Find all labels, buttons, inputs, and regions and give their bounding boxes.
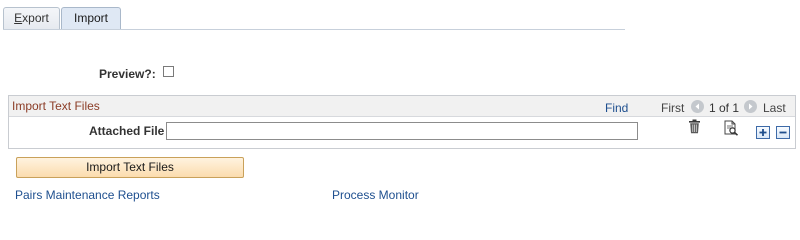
pairs-maintenance-reports-link[interactable]: Pairs Maintenance Reports [15, 188, 160, 202]
plus-icon [759, 129, 767, 136]
tab-export-accelerator: E [14, 11, 23, 25]
page: Export Import Preview?: Import Text File… [0, 0, 800, 225]
scroll-area-title: Import Text Files [12, 99, 100, 113]
delete-row-button[interactable] [776, 126, 790, 139]
tab-import[interactable]: Import [61, 7, 121, 29]
preview-checkbox[interactable] [163, 66, 174, 77]
import-text-files-scroll-area: Import Text Files Find First 1 of 1 Last… [8, 95, 796, 149]
tab-export-label: xport [22, 11, 49, 25]
import-text-files-button[interactable]: Import Text Files [16, 157, 244, 178]
tab-import-label: Import [73, 11, 108, 25]
minus-icon [779, 131, 787, 134]
chevron-left-icon[interactable] [691, 100, 704, 113]
chevron-right-icon[interactable] [744, 100, 757, 113]
trash-icon[interactable] [688, 119, 701, 137]
process-monitor-link[interactable]: Process Monitor [332, 188, 419, 202]
scroll-area-header: Import Text Files Find First 1 of 1 Last [9, 96, 795, 117]
preview-label: Preview?: [99, 67, 156, 81]
first-link[interactable]: First [661, 101, 684, 115]
tab-export[interactable]: Export [3, 7, 60, 29]
find-link[interactable]: Find [605, 101, 628, 115]
row-count: 1 of 1 [709, 101, 740, 115]
add-row-button[interactable] [756, 126, 770, 139]
attached-file-field[interactable] [166, 122, 638, 140]
last-link[interactable]: Last [763, 101, 786, 115]
view-attachment-icon[interactable] [723, 120, 739, 139]
tab-divider [3, 29, 625, 30]
attached-file-label: Attached File [89, 124, 165, 138]
